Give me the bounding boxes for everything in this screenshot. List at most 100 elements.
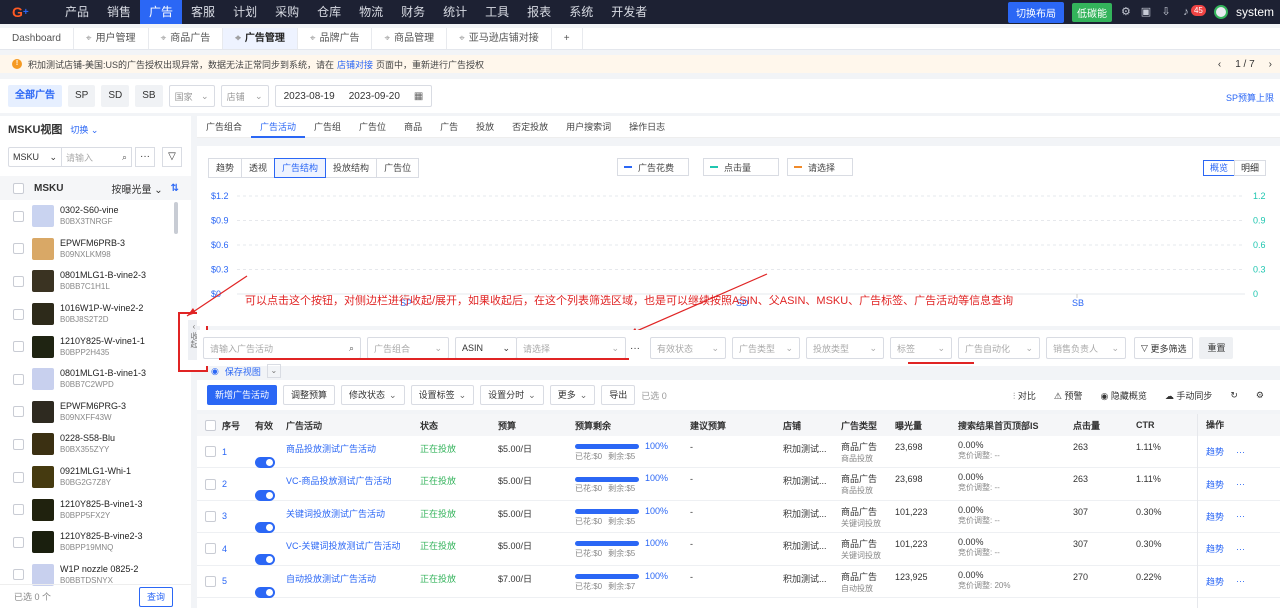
campaign-name-link[interactable]: 关键词投放测试广告活动 <box>286 507 385 520</box>
more-icon[interactable]: ··· <box>1236 511 1245 521</box>
row-checkbox[interactable] <box>13 504 24 516</box>
target-type-select[interactable]: 投放类型 ⌄ <box>806 337 884 359</box>
chevron-left-icon[interactable]: ‹ <box>1218 59 1221 70</box>
row-checkbox[interactable] <box>205 510 216 522</box>
portfolio-select[interactable]: 广告组合 ⌄ <box>367 337 449 359</box>
nav-item[interactable]: 仓库 <box>308 0 350 24</box>
page-tab[interactable]: ⌖ 商品管理 <box>372 28 448 49</box>
user-name[interactable]: system <box>1236 5 1274 19</box>
owner-select[interactable]: 销售负责人 ⌄ <box>1046 337 1126 359</box>
chart-seg-option[interactable]: 广告位 <box>376 158 420 178</box>
sort-icon[interactable]: ⇅ <box>171 183 179 194</box>
query-button[interactable]: 查询 <box>139 587 173 607</box>
page-tab[interactable]: Dashboard <box>0 28 74 49</box>
scrollbar[interactable] <box>174 202 178 234</box>
list-item[interactable]: 1210Y825-W-vine1-1 B0BPP2H435 <box>0 330 191 363</box>
list-item[interactable]: 0228-S58-Blu B0BX355ZYY <box>0 428 191 461</box>
nav-item[interactable]: 物流 <box>350 0 392 24</box>
row-checkbox[interactable] <box>13 373 24 385</box>
select-all-checkbox[interactable] <box>13 182 24 194</box>
campaign-name-link[interactable]: 自动投放测试广告活动 <box>286 572 376 585</box>
trend-link[interactable]: 趋势 <box>1206 445 1224 458</box>
nav-item[interactable]: 报表 <box>518 0 560 24</box>
legend-empty-select[interactable]: 请选择 <box>787 158 853 176</box>
app-logo[interactable]: G + <box>12 4 46 20</box>
chart-seg-option[interactable]: 透视 <box>241 158 276 178</box>
campaign-search-input[interactable]: 请输入广告活动 ⌕ <box>203 337 361 359</box>
set-schedule-button[interactable]: 设置分时 ⌄ <box>480 385 544 405</box>
main-tab[interactable]: 否定投放 <box>503 116 557 138</box>
avatar[interactable] <box>1213 5 1228 19</box>
more-filters-button[interactable]: ▽ 更多筛选 <box>1134 337 1194 359</box>
nav-item[interactable]: 统计 <box>434 0 476 24</box>
row-checkbox[interactable] <box>13 243 24 255</box>
trend-link[interactable]: 趋势 <box>1206 575 1224 588</box>
hide-overview-button[interactable]: ◉ 隐藏概览 <box>1100 389 1146 402</box>
sort-select[interactable]: 按曝光量 ⌄ <box>111 181 162 196</box>
nav-item[interactable]: 产品 <box>56 0 98 24</box>
list-item[interactable]: 1210Y825-B-vine1-3 B0BPP5FX2Y <box>0 493 191 526</box>
country-select[interactable]: 国家 ⌄ <box>168 85 215 107</box>
legend-spend-select[interactable]: 广告花费 <box>617 158 689 176</box>
compare-button[interactable]: ⫶ 对比 <box>1013 389 1036 402</box>
chart-seg-option[interactable]: 趋势 <box>208 158 243 178</box>
shop-select[interactable]: 店铺 ⌄ <box>220 85 269 107</box>
main-tab[interactable]: 广告 <box>431 116 467 138</box>
list-item[interactable]: 0801MLG1-B-vine2-3 B0BB7C1H1L <box>0 265 191 298</box>
settings-icon[interactable]: ⚙ <box>1120 6 1132 18</box>
nav-item[interactable]: 广告 <box>140 0 183 24</box>
table-row[interactable]: 4 VC-关键词投放测试广告活动 正在投放 $5.00/日 100% 已花:$0 剩余:$5… <box>197 533 1280 566</box>
campaign-name-link[interactable]: 商品投放测试广告活动 <box>286 442 376 455</box>
nav-item[interactable]: 系统 <box>560 0 602 24</box>
row-checkbox[interactable] <box>13 308 24 320</box>
trend-link[interactable]: 趋势 <box>1206 542 1224 555</box>
switch-layout-button[interactable]: 切换布局 <box>1007 1 1064 23</box>
row-checkbox[interactable] <box>13 569 24 581</box>
list-item[interactable]: 1210Y825-B-vine2-3 B0BPP19MNQ <box>0 526 191 559</box>
more-icon[interactable]: ··· <box>135 147 155 167</box>
ad-type-select[interactable]: 广告类型 ⌄ <box>732 337 800 359</box>
nav-item[interactable]: 采购 <box>266 0 308 24</box>
sb-button[interactable]: SB <box>135 85 163 107</box>
chevron-down-icon[interactable]: ⌄ <box>266 364 281 378</box>
campaign-name-link[interactable]: VC-关键词投放测试广告活动 <box>286 539 401 552</box>
sp-button[interactable]: SP <box>68 85 96 107</box>
nav-item[interactable]: 工具 <box>476 0 518 24</box>
search-input[interactable]: 请输入 ⌕ <box>62 147 132 167</box>
adjust-budget-button[interactable]: 调整预算 <box>283 385 336 405</box>
download-icon[interactable]: ⇩ <box>1160 6 1172 18</box>
active-toggle[interactable] <box>255 521 275 533</box>
page-tab[interactable]: ⌖ 广告管理 <box>223 28 298 49</box>
new-campaign-button[interactable]: 新增广告活动 <box>207 385 278 405</box>
main-tab[interactable]: 广告活动 <box>251 116 306 138</box>
chart-seg-option[interactable]: 投放结构 <box>325 158 378 178</box>
date-range-picker[interactable]: 2023-08-19 2023-09-20 ▦ <box>274 85 433 107</box>
table-row[interactable]: 1 商品投放测试广告活动 正在投放 $5.00/日 100% 已花:$0 剩余:$5 - 积加测… <box>197 436 1280 469</box>
list-item[interactable]: 1016W1P-W-vine2-2 B0BJ8S2T2D <box>0 298 191 331</box>
main-tab[interactable]: 广告组 <box>305 116 350 138</box>
row-checkbox[interactable] <box>13 536 24 548</box>
list-item[interactable]: EPWFM6PRG-3 B09NXFF43W <box>0 396 191 429</box>
active-toggle[interactable] <box>255 457 275 469</box>
nav-item[interactable]: 销售 <box>98 0 140 24</box>
asin-value-select[interactable]: 请选择 ⌄ <box>516 337 626 359</box>
active-toggle[interactable] <box>255 489 275 501</box>
trend-link[interactable]: 趋势 <box>1206 478 1224 491</box>
row-checkbox[interactable] <box>13 275 24 287</box>
page-tab[interactable]: ⌖ 用户管理 <box>74 28 149 49</box>
bell-icon[interactable]: ♪ 45 <box>1180 5 1206 18</box>
row-checkbox[interactable] <box>205 575 216 587</box>
filter-icon[interactable]: ▽ <box>162 147 182 167</box>
select-all-checkbox[interactable] <box>205 419 216 431</box>
status-select[interactable]: 有效状态 ⌄ <box>650 337 726 359</box>
page-tab[interactable]: + <box>552 28 583 49</box>
row-checkbox[interactable] <box>13 341 24 353</box>
shop-link[interactable]: 店铺对接 <box>337 58 373 71</box>
switch-view-link[interactable]: 切换 ⌄ <box>70 123 98 136</box>
export-button[interactable]: 导出 <box>601 385 636 405</box>
main-tab[interactable]: 用户搜索词 <box>557 116 620 138</box>
table-row[interactable]: 3 关键词投放测试广告活动 正在投放 $5.00/日 100% 已花:$0 剩余:$5 - 积加… <box>197 501 1280 534</box>
view-seg-option[interactable]: 概览 <box>1202 160 1235 176</box>
main-tab[interactable]: 广告组合 <box>197 116 251 138</box>
list-item[interactable]: EPWFM6PRB-3 B09NXLKM98 <box>0 233 191 266</box>
